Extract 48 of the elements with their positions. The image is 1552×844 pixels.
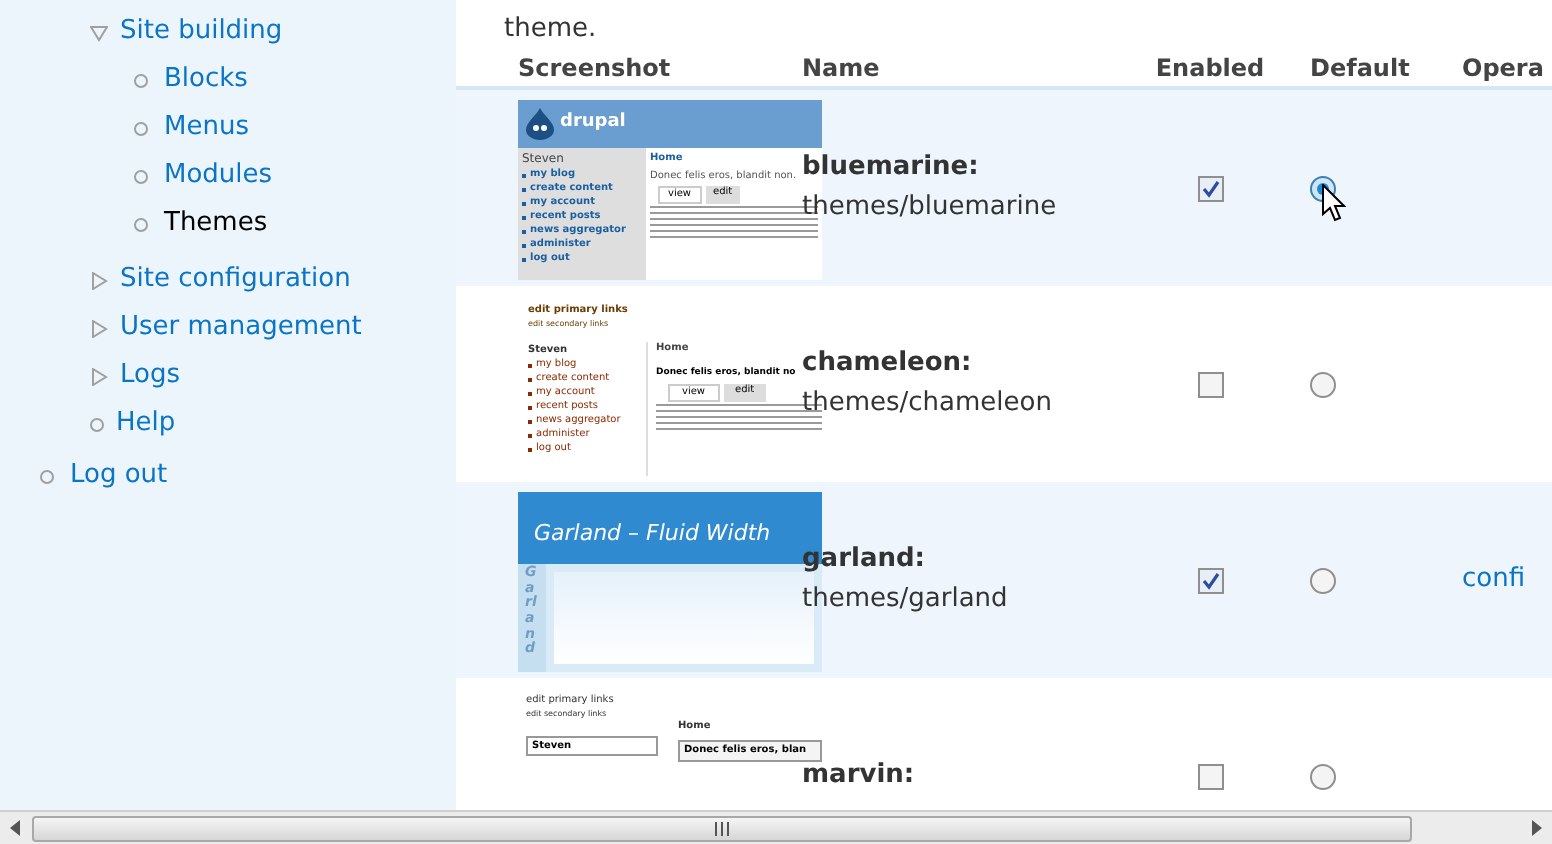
horizontal-scrollbar[interactable] — [0, 810, 1552, 844]
logo-text: drupal — [560, 110, 626, 137]
intro-text: theme. — [504, 14, 597, 44]
theme-path: themes/chameleon — [802, 386, 1054, 422]
default-radio[interactable] — [1310, 371, 1336, 397]
column-header: Enabled — [1155, 54, 1265, 82]
bullet-icon — [134, 121, 148, 135]
theme-path: themes/bluemarine — [802, 190, 1059, 226]
bullet-icon — [134, 73, 148, 87]
nav-link[interactable]: Help — [116, 404, 176, 444]
bullet-icon — [134, 217, 148, 231]
nav-link[interactable]: Themes — [164, 204, 268, 244]
nav-link[interactable]: Menus — [164, 108, 249, 148]
grip-icon — [714, 821, 730, 835]
nav-link[interactable]: Blocks — [164, 60, 248, 100]
site-title: Garland – Fluid Width — [534, 517, 771, 550]
collapsed-triangle-icon[interactable] — [90, 271, 108, 289]
theme-name: garland: — [802, 542, 927, 578]
bullet-icon — [134, 169, 148, 183]
column-header: Default — [1310, 54, 1410, 82]
nav-link[interactable]: User management — [120, 308, 362, 348]
collapsed-triangle-icon[interactable] — [90, 319, 108, 337]
nav-link[interactable]: Log out — [70, 456, 168, 496]
bullet-icon — [40, 469, 54, 483]
column-header: Screenshot — [518, 54, 671, 82]
default-radio[interactable] — [1310, 567, 1336, 593]
enabled-checkbox[interactable] — [1197, 763, 1223, 789]
bullet-icon — [90, 417, 104, 431]
theme-name: bluemarine: — [802, 150, 981, 186]
drop-logo-icon — [526, 108, 554, 140]
mouse-pointer-icon — [1322, 183, 1346, 221]
enabled-checkbox[interactable] — [1197, 567, 1223, 593]
configure-link[interactable]: confi — [1462, 564, 1526, 595]
expanded-triangle-icon[interactable] — [90, 23, 108, 41]
enabled-checkbox[interactable] — [1197, 371, 1223, 397]
default-radio[interactable] — [1310, 763, 1336, 789]
theme-name: chameleon: — [802, 346, 974, 382]
nav-link[interactable]: Site configuration — [120, 260, 351, 300]
column-header: Opera — [1462, 54, 1544, 82]
nav-link[interactable]: Logs — [120, 356, 180, 396]
scrollbar-thumb[interactable] — [32, 815, 1412, 841]
nav-link[interactable]: Modules — [164, 156, 273, 196]
nav-link[interactable]: Site building — [120, 12, 283, 52]
enabled-checkbox[interactable] — [1197, 175, 1223, 201]
collapsed-triangle-icon[interactable] — [90, 367, 108, 385]
theme-path: themes/garland — [802, 582, 1010, 618]
theme-name: marvin: — [802, 758, 917, 794]
column-header: Name — [802, 54, 880, 82]
